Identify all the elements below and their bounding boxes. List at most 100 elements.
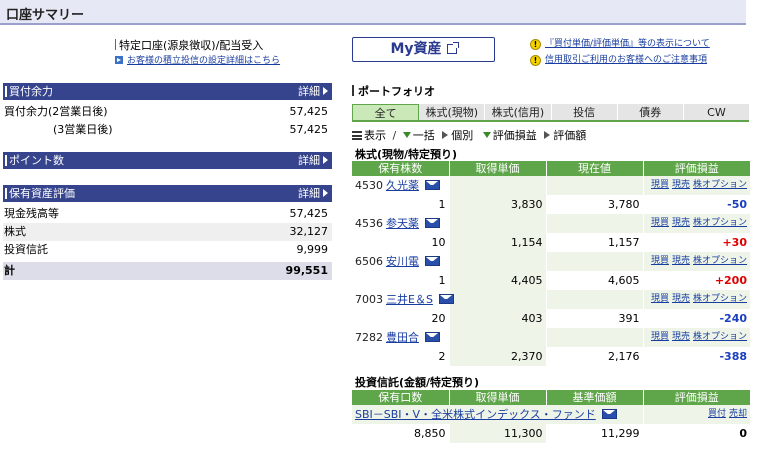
row-value: 32,127 xyxy=(289,225,329,238)
buying-power-detail-link[interactable]: 詳細 xyxy=(298,83,328,100)
sell-link[interactable]: 現売 xyxy=(672,218,690,228)
page-header: 口座サマリー xyxy=(0,0,746,25)
quantity-cell: 10 xyxy=(352,233,450,252)
tab-bonds[interactable]: 債券 xyxy=(617,104,684,120)
option-link[interactable]: 株オプション xyxy=(693,332,747,342)
sell-link[interactable]: 現売 xyxy=(672,180,690,190)
column-header: 取得単価 xyxy=(449,161,547,176)
stock-name-link[interactable]: 三井E＆S xyxy=(386,293,433,306)
sell-link[interactable]: 現売 xyxy=(672,332,690,342)
fund-name-link[interactable]: SBI－SBI・V・全米株式インデックス・ファンド xyxy=(355,408,596,421)
buy-link[interactable]: 現買 xyxy=(651,332,669,342)
stock-name-link[interactable]: 久光薬 xyxy=(386,179,419,192)
holdings-header: 保有資産評価 詳細 xyxy=(3,185,332,202)
option-link[interactable]: 株オプション xyxy=(693,218,747,228)
option-link[interactable]: 株オプション xyxy=(693,256,747,266)
stock-value-row: 2 2,370 2,176 -388 xyxy=(352,347,750,366)
mail-icon[interactable] xyxy=(425,180,440,190)
filter-individual[interactable]: 個別 xyxy=(438,129,473,142)
price-cell: 11,299 xyxy=(546,424,644,443)
tab-funds[interactable]: 投信 xyxy=(551,104,618,120)
cost-cell: 11,300 xyxy=(449,424,547,443)
tab-all[interactable]: 全て xyxy=(352,104,420,120)
column-header: 保有口数 xyxy=(352,390,450,405)
stock-name-cell: 6506 安川電 xyxy=(352,252,450,271)
stocks-table: 保有株数 取得単価 現在値 評価損益 4530 久光薬 現買 現売 株オプション 1 3,8… xyxy=(352,161,750,366)
filter-display-label: 表示 xyxy=(364,129,386,142)
tab-stock-cash[interactable]: 株式(現物) xyxy=(419,104,486,120)
holdings-total-row: 計 99,551 xyxy=(3,262,332,280)
stock-name-row: 4530 久光薬 現買 現売 株オプション xyxy=(352,176,750,195)
cost-cell: 1,154 xyxy=(449,233,547,252)
stock-name-row: 7282 豊田合 現買 現売 株オプション xyxy=(352,328,750,347)
filter-value-label: 評価額 xyxy=(553,129,587,142)
filter-value[interactable]: 評価額 xyxy=(540,129,586,142)
points-detail-link[interactable]: 詳細 xyxy=(298,152,328,169)
row-value: 57,425 xyxy=(289,123,329,136)
filter-gain-label: 評価損益 xyxy=(492,129,537,142)
triangle-right-icon xyxy=(323,87,328,95)
cost-cell: 3,830 xyxy=(449,195,547,214)
cost-cell: 2,370 xyxy=(449,347,547,366)
filter-bulk[interactable]: 一括 xyxy=(402,129,435,142)
stock-name-cell: 4530 久光薬 xyxy=(352,176,450,195)
holdings-detail-link[interactable]: 詳細 xyxy=(298,185,328,202)
stock-actions: 現買 現売 株オプション xyxy=(643,290,750,309)
investment-settings-link[interactable]: お客様の積立投信の設定詳細はこちら xyxy=(115,53,280,66)
stock-name-cell: 7282 豊田合 xyxy=(352,328,450,347)
column-header: 取得単価 xyxy=(449,390,547,405)
empty-cell xyxy=(546,252,644,271)
filter-separator: / xyxy=(392,129,397,142)
row-value: 99,551 xyxy=(285,264,328,277)
stock-actions: 現買 現売 株オプション xyxy=(643,328,750,347)
divider xyxy=(115,39,116,50)
mail-icon[interactable] xyxy=(438,294,454,304)
fund-name-row: SBI－SBI・V・全米株式インデックス・ファンド 買付 売却 xyxy=(352,405,750,424)
triangle-right-icon xyxy=(323,189,328,197)
tab-cw[interactable]: CW xyxy=(683,104,750,120)
fund-name-cell: SBI－SBI・V・全米株式インデックス・ファンド xyxy=(352,405,644,424)
mail-icon[interactable] xyxy=(601,409,617,419)
gain-value: -388 xyxy=(719,350,747,363)
my-asset-button[interactable]: My資産 xyxy=(352,37,495,62)
notice-margin-trading[interactable]: ! 信用取引ご利用のお客様へのご注意事項 xyxy=(530,52,707,66)
sell-link[interactable]: 現売 xyxy=(672,294,690,304)
triangle-right-icon xyxy=(323,156,328,164)
buy-link[interactable]: 現買 xyxy=(651,294,669,304)
fund-sell-link[interactable]: 売却 xyxy=(729,409,747,419)
filter-gain[interactable]: 評価損益 xyxy=(477,129,537,142)
page-title: 口座サマリー xyxy=(6,8,85,23)
fund-buy-link[interactable]: 買付 xyxy=(708,409,726,419)
stock-name-link[interactable]: 安川電 xyxy=(386,255,419,268)
notice-price-display-text: 『買付単価/評価単価』等の表示について xyxy=(545,39,710,49)
mail-icon[interactable] xyxy=(425,332,440,342)
buy-link[interactable]: 現買 xyxy=(651,218,669,228)
holdings-title: 保有資産評価 xyxy=(5,187,75,200)
holdings-row: 投資信託 9,999 xyxy=(3,241,332,259)
buy-link[interactable]: 現買 xyxy=(651,256,669,266)
empty-cell xyxy=(546,290,644,309)
gain-cell: +30 xyxy=(643,233,750,252)
tab-stock-margin[interactable]: 株式(信用) xyxy=(485,104,552,120)
row-label: 計 xyxy=(4,264,15,277)
buying-power-row: (3営業日後) 57,425 xyxy=(3,121,332,139)
notice-price-display[interactable]: ! 『買付単価/評価単価』等の表示について xyxy=(530,36,710,50)
mail-icon[interactable] xyxy=(425,256,440,266)
row-label: 投資信託 xyxy=(4,243,48,256)
buy-link[interactable]: 現買 xyxy=(651,180,669,190)
mail-icon[interactable] xyxy=(425,218,440,228)
stock-name-link[interactable]: 豊田合 xyxy=(386,331,419,344)
option-link[interactable]: 株オプション xyxy=(693,294,747,304)
sell-link[interactable]: 現売 xyxy=(672,256,690,266)
my-asset-button-label: My資産 xyxy=(390,41,442,57)
fund-actions: 買付 売却 xyxy=(643,405,750,424)
stock-name-link[interactable]: 参天薬 xyxy=(386,217,419,230)
stock-value-row: 1 3,830 3,780 -50 xyxy=(352,195,750,214)
option-link[interactable]: 株オプション xyxy=(693,180,747,190)
portfolio-filters: 表示 / 一括 個別 評価損益 評価額 xyxy=(352,127,586,143)
gain-value: 0 xyxy=(739,427,747,440)
gain-cell: -50 xyxy=(643,195,750,214)
stock-code: 4536 xyxy=(355,217,383,230)
stock-code: 7282 xyxy=(355,331,383,344)
row-label: 株式 xyxy=(4,225,26,238)
